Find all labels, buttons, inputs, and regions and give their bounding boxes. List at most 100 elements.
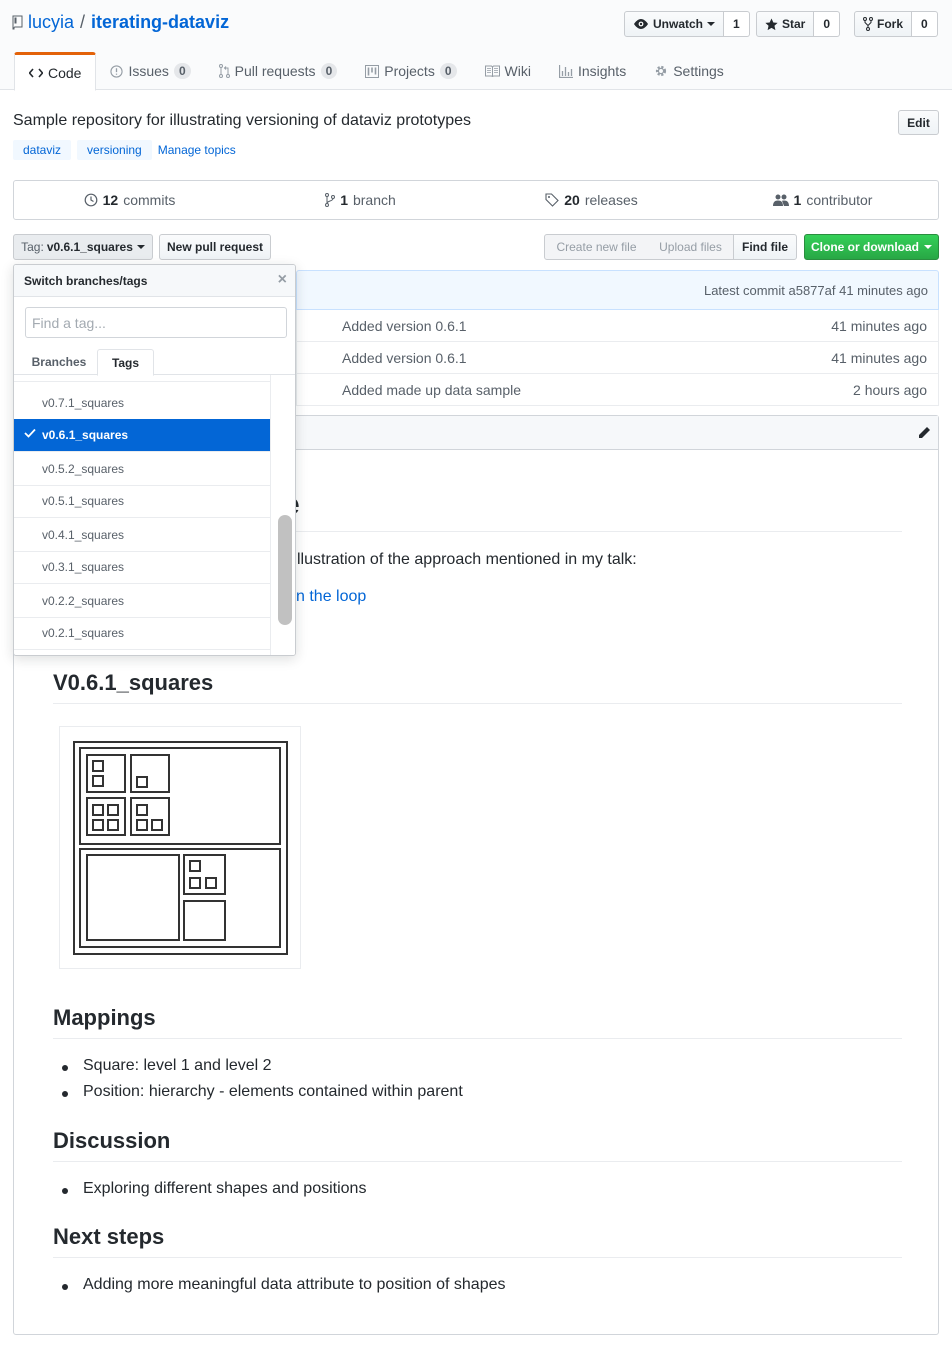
check-icon: [24, 428, 36, 438]
branch-select-button[interactable]: Tag: v0.6.1_squares: [13, 234, 153, 260]
tab-pull-requests[interactable]: Pull requests 0: [205, 52, 352, 90]
tab-settings[interactable]: Settings: [640, 52, 738, 90]
repo-icon: [12, 15, 24, 31]
tag-list: v0.7.1_squares v0.6.1_squares v0.5.2_squ…: [14, 375, 270, 655]
tag-item[interactable]: v0.4.1_squares: [14, 519, 270, 552]
tag-item[interactable]: v0.2.2_squares: [14, 585, 270, 618]
readme-intro: llustration of the approach mentioned in…: [297, 551, 637, 568]
repo-title-separator: /: [80, 12, 86, 32]
repo-owner-link[interactable]: lucyia: [28, 12, 74, 33]
contributors-count: 1: [793, 192, 802, 208]
tab-wiki[interactable]: Wiki: [471, 52, 545, 90]
pull-request-icon: [218, 64, 230, 78]
commit-age: 2 hours ago: [853, 381, 927, 398]
repo-name-link[interactable]: iterating-dataviz: [91, 12, 229, 33]
unwatch-button[interactable]: Unwatch: [624, 11, 725, 37]
current-tag: v0.6.1_squares: [46, 240, 133, 254]
tab-branches[interactable]: Branches: [26, 349, 92, 375]
tab-settings-label: Settings: [673, 63, 724, 79]
repo-nav-tabs: Code Issues 0 Pull requests 0 Projects 0…: [14, 52, 738, 91]
commit-message[interactable]: Added made up data sample: [342, 382, 521, 398]
dropdown-tabs: Branches Tags: [14, 349, 295, 376]
caret-down-icon: [136, 244, 145, 250]
projects-counter: 0: [439, 63, 457, 79]
fork-icon: [863, 17, 873, 31]
tag-item[interactable]: v0.2.1_squares: [14, 617, 270, 650]
discussion-item: Exploring different shapes and positions: [61, 1180, 367, 1197]
branches-count: 1: [340, 192, 348, 208]
numbers-summary: 12 commits 1 branch 20 releases 1 contri…: [13, 180, 939, 220]
commits-link[interactable]: 12 commits: [14, 181, 245, 219]
forks-count[interactable]: 0: [912, 11, 938, 37]
tag-icon: [545, 193, 560, 207]
discussion-heading: Discussion: [53, 1128, 902, 1162]
tag-item[interactable]: v0.5.1_squares: [14, 485, 270, 518]
tag-item[interactable]: v0.5.2_squares: [14, 453, 270, 486]
topic-tag[interactable]: versioning: [77, 140, 152, 160]
eye-icon: [633, 18, 649, 30]
gear-icon: [654, 64, 668, 78]
tag-item[interactable]: v0.3.1_squares: [14, 551, 270, 584]
contributors-label: contributor: [806, 192, 873, 208]
squares-prototype-image: [59, 726, 301, 969]
tag-item-label: v0.6.1_squares: [42, 428, 129, 442]
find-file-button[interactable]: Find file: [733, 234, 797, 260]
releases-link[interactable]: 20 releases: [476, 181, 707, 219]
branches-label: branch: [352, 192, 396, 208]
scrollbar-thumb[interactable]: [278, 515, 292, 625]
repo-title: lucyia / iterating-dataviz: [12, 12, 229, 33]
unwatch-label: Unwatch: [653, 17, 704, 31]
talk-link[interactable]: n the loop: [296, 588, 366, 606]
file-row[interactable]: Added version 0.6.1 41 minutes ago: [296, 342, 939, 374]
next-steps-item: Adding more meaningful data attribute to…: [62, 1276, 506, 1293]
tab-code-label: Code: [48, 64, 82, 81]
star-group: Star 0: [756, 11, 841, 37]
new-pull-request-button[interactable]: New pull request: [159, 234, 271, 260]
tab-projects[interactable]: Projects 0: [351, 52, 470, 90]
close-icon[interactable]: ×: [278, 271, 287, 289]
version-heading: V0.6.1_squares: [53, 670, 902, 704]
tag-item-selected[interactable]: v0.6.1_squares: [14, 419, 270, 452]
tab-tags[interactable]: Tags: [97, 349, 154, 376]
branches-link[interactable]: 1 branch: [245, 181, 476, 219]
upload-files-button[interactable]: Upload files: [648, 234, 734, 260]
fork-group: Fork 0: [854, 11, 938, 37]
issues-counter: 0: [173, 63, 191, 79]
watchers-count[interactable]: 1: [724, 11, 750, 37]
fork-button[interactable]: Fork: [854, 11, 913, 37]
contributors-link[interactable]: 1 contributor: [707, 181, 938, 219]
commit-message[interactable]: Added version 0.6.1: [342, 318, 467, 334]
tab-code[interactable]: Code: [14, 52, 97, 91]
tag-filter-input[interactable]: [25, 307, 287, 338]
stars-count[interactable]: 0: [814, 11, 841, 37]
manage-topics-link[interactable]: Manage topics: [158, 143, 236, 157]
clone-or-download-button[interactable]: Clone or download: [804, 234, 939, 260]
watch-group: Unwatch 1: [624, 11, 750, 37]
clone-label: Clone or download: [811, 240, 919, 254]
project-icon: [365, 64, 380, 78]
create-new-file-button[interactable]: Create new file: [544, 234, 649, 260]
star-label: Star: [782, 17, 806, 31]
tab-projects-label: Projects: [384, 63, 435, 79]
latest-commit-text[interactable]: Latest commit a5877af 41 minutes ago: [704, 283, 928, 298]
tab-issues[interactable]: Issues 0: [96, 52, 204, 90]
caret-down-icon: [707, 21, 716, 27]
tag-item[interactable]: v0.7.1_squares: [14, 387, 270, 420]
commits-count: 12: [102, 192, 119, 208]
topics-list: dataviz versioning Manage topics: [13, 140, 236, 160]
file-row[interactable]: Added made up data sample 2 hours ago: [296, 374, 939, 406]
repo-description: Sample repository for illustrating versi…: [13, 112, 471, 129]
pencil-icon[interactable]: [917, 426, 931, 440]
topic-tag[interactable]: dataviz: [13, 140, 72, 160]
code-icon: [29, 67, 43, 78]
tab-insights[interactable]: Insights: [545, 52, 640, 90]
file-row[interactable]: Added version 0.6.1 41 minutes ago: [296, 310, 939, 342]
fork-label: Fork: [877, 17, 904, 31]
edit-description-button[interactable]: Edit: [898, 110, 939, 135]
tab-wiki-label: Wiki: [504, 63, 531, 79]
next-steps-heading: Next steps: [53, 1224, 902, 1258]
star-button[interactable]: Star: [756, 11, 815, 37]
history-icon: [84, 193, 98, 207]
releases-count: 20: [564, 192, 580, 208]
commit-message[interactable]: Added version 0.6.1: [342, 350, 467, 366]
